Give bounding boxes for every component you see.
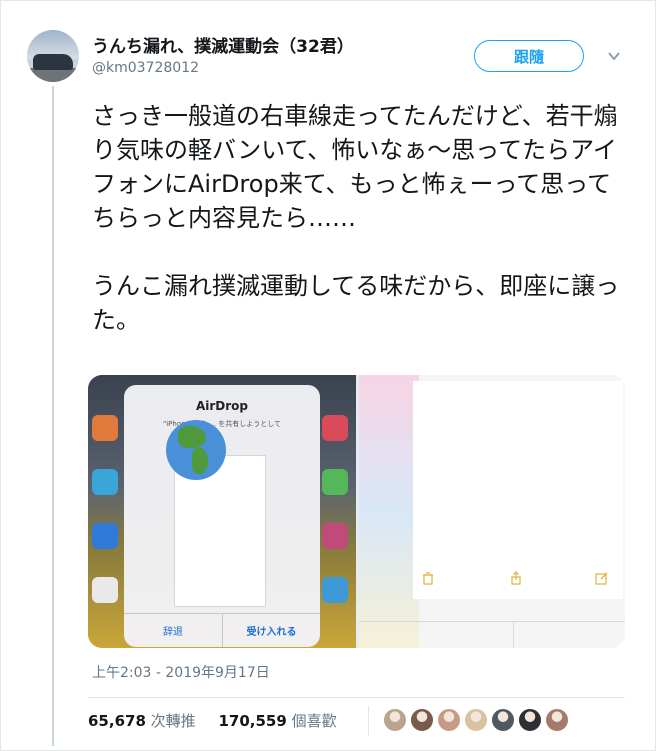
app-icon bbox=[92, 415, 118, 441]
follow-button[interactable]: 跟隨 bbox=[474, 40, 584, 72]
airdrop-dialog: AirDrop "iPhone"から ... を共有しようとして 辞退 受け入れ… bbox=[124, 385, 320, 647]
tweet-timestamp[interactable]: 上午2:03 - 2019年9月17日 bbox=[92, 662, 270, 682]
liker-avatar[interactable] bbox=[383, 708, 407, 732]
media-photo-airdrop[interactable]: AirDrop "iPhone"から ... を共有しようとして 辞退 受け入れ… bbox=[88, 375, 356, 648]
liker-avatar[interactable] bbox=[437, 708, 461, 732]
accept-button: 受け入れる bbox=[246, 627, 297, 638]
thread-line bbox=[52, 86, 54, 746]
liker-avatar[interactable] bbox=[518, 708, 542, 732]
compose-icon bbox=[595, 572, 608, 585]
app-icon bbox=[92, 523, 118, 549]
profile-avatar[interactable] bbox=[27, 30, 79, 82]
user-handle[interactable]: @km03728012 bbox=[92, 60, 199, 76]
retweet-label[interactable]: 次轉推 bbox=[151, 712, 196, 730]
retweet-count[interactable]: 65,678 bbox=[88, 712, 146, 730]
liker-avatar[interactable] bbox=[491, 708, 515, 732]
liker-avatars[interactable] bbox=[383, 708, 569, 732]
app-icon bbox=[322, 577, 348, 603]
like-label[interactable]: 個喜歡 bbox=[292, 712, 337, 730]
app-icon bbox=[322, 469, 348, 495]
media-photo-notes[interactable] bbox=[359, 375, 625, 648]
decline-button: 辞退 bbox=[163, 627, 183, 638]
tweet-text: さっき一般道の右車線走ってたんだけど、若干煽り気味の軽バンいて、怖いなぁ〜思って… bbox=[92, 102, 620, 334]
divider bbox=[88, 697, 625, 698]
chevron-down-icon[interactable] bbox=[606, 48, 622, 64]
liker-avatar[interactable] bbox=[545, 708, 569, 732]
app-icon bbox=[92, 577, 118, 603]
app-icon bbox=[322, 523, 348, 549]
like-count[interactable]: 170,559 bbox=[218, 712, 286, 730]
tweet-stats: 65,678 次轉推 170,559 個喜歡 bbox=[88, 710, 355, 731]
airdrop-subtitle: "iPhone"から ... を共有しようとして bbox=[163, 420, 281, 428]
globe-icon bbox=[166, 420, 226, 480]
car-image bbox=[33, 54, 73, 70]
liker-avatar[interactable] bbox=[410, 708, 434, 732]
stats-separator bbox=[368, 706, 369, 736]
liker-avatar[interactable] bbox=[464, 708, 488, 732]
trash-icon bbox=[423, 572, 433, 585]
app-icon bbox=[92, 469, 118, 495]
media-gallery[interactable]: AirDrop "iPhone"から ... を共有しようとして 辞退 受け入れ… bbox=[88, 375, 625, 648]
app-icon bbox=[322, 415, 348, 441]
airdrop-title: AirDrop bbox=[195, 399, 249, 413]
share-icon bbox=[511, 571, 521, 585]
display-name[interactable]: うんち漏れ、撲滅運動会（32君） bbox=[92, 32, 354, 57]
blank-note-page bbox=[413, 381, 623, 599]
